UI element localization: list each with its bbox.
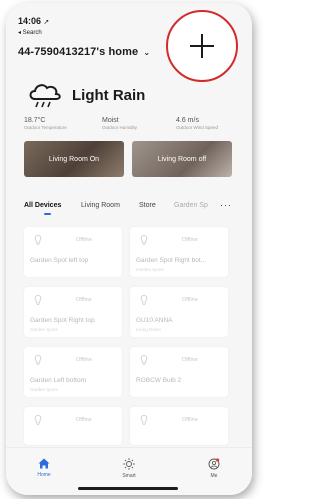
rain-cloud-icon — [29, 84, 61, 108]
device-card[interactable]: Offline Garden Spot left top — [24, 227, 122, 277]
tab-living-room[interactable]: Living Room — [81, 202, 120, 209]
device-name: Garden Spot Right bot... — [136, 257, 207, 264]
device-room: Garden Spots — [136, 267, 164, 272]
bulb-icon — [140, 355, 148, 365]
device-card[interactable]: Offline — [130, 407, 228, 445]
nav-home-label: Home — [37, 472, 51, 478]
location-arrow-icon: ➚ — [43, 19, 50, 26]
humidity-value: Moist — [102, 117, 119, 124]
device-status: Offline — [76, 297, 92, 303]
device-card[interactable]: Offline Garden Spot Right bot... Garden … — [130, 227, 228, 277]
device-name: Garden Spot Right top — [30, 317, 95, 324]
bulb-icon — [140, 295, 148, 305]
sun-icon — [123, 458, 135, 470]
weather-condition: Light Rain — [72, 87, 146, 104]
bulb-icon — [34, 415, 42, 425]
device-card[interactable]: Offline GU10 ANNA Living Room — [130, 287, 228, 337]
home-indicator — [78, 487, 178, 490]
device-status: Offline — [76, 237, 92, 243]
device-name: RGBCW Bulb 2 — [136, 377, 182, 384]
device-card[interactable]: Offline RGBCW Bulb 2 — [130, 347, 228, 397]
device-room: Living Room — [136, 327, 162, 332]
bulb-icon — [34, 295, 42, 305]
add-device-button[interactable] — [166, 10, 238, 82]
more-tabs-button[interactable]: ··· — [220, 200, 232, 210]
home-title-label: 44-7590413217's home — [18, 46, 139, 58]
wind-label: Outdoor Wind Speed — [176, 125, 219, 130]
nav-home[interactable]: Home — [24, 458, 64, 478]
device-status: Offline — [182, 417, 198, 423]
device-status: Offline — [182, 297, 198, 303]
profile-icon — [208, 458, 220, 470]
device-card[interactable]: Offline — [24, 407, 122, 445]
home-icon — [38, 458, 50, 469]
bulb-icon — [140, 415, 148, 425]
humidity-metric: Moist Outdoor Humidity — [102, 117, 137, 130]
bulb-icon — [34, 235, 42, 245]
bulb-icon — [34, 355, 42, 365]
device-card[interactable]: Offline Garden Spot Right top Garden Spo… — [24, 287, 122, 337]
nav-smart[interactable]: Smart — [109, 458, 149, 479]
home-selector[interactable]: 44-7590413217's home ⌄ — [18, 46, 150, 58]
bulb-icon — [140, 235, 148, 245]
device-name: GU10 ANNA — [136, 317, 173, 324]
status-time: 14:06 — [18, 16, 42, 26]
tab-store[interactable]: Store — [139, 202, 156, 209]
chevron-down-icon: ⌄ — [143, 48, 151, 57]
nav-me[interactable]: Me — [194, 458, 234, 479]
device-room: Garden Spots — [30, 387, 58, 392]
active-tab-indicator — [44, 213, 51, 215]
device-room: Garden Spots — [30, 327, 58, 332]
device-status: Offline — [182, 237, 198, 243]
tab-all-devices[interactable]: All Devices — [24, 202, 61, 209]
temperature-metric: 18.7°C Outdoor Temperature — [24, 117, 67, 130]
nav-me-label: Me — [210, 473, 218, 479]
wind-value: 4.6 m/s — [176, 117, 199, 124]
temperature-value: 18.7°C — [24, 117, 46, 124]
scene-living-room-off[interactable]: Living Room off — [132, 141, 232, 177]
nav-smart-label: Smart — [122, 473, 136, 479]
room-tabs: All Devices Living Room Store Garden Sp … — [24, 200, 246, 216]
back-to-search-link[interactable]: ◂ Search — [18, 29, 42, 36]
status-bar: 14:06 ➚ — [18, 16, 49, 26]
tab-garden-spots[interactable]: Garden Sp — [174, 202, 208, 209]
device-status: Offline — [76, 357, 92, 363]
scene-shortcuts: Living Room On Living Room off — [24, 141, 239, 177]
device-name: Garden Left bottom — [30, 377, 87, 384]
device-card[interactable]: Offline Garden Left bottom Garden Spots — [24, 347, 122, 397]
wind-metric: 4.6 m/s Outdoor Wind Speed — [176, 117, 218, 130]
device-status: Offline — [182, 357, 198, 363]
humidity-label: Outdoor Humidity — [102, 125, 138, 130]
temperature-label: Outdoor Temperature — [24, 125, 67, 130]
device-status: Offline — [76, 417, 92, 423]
plus-icon — [190, 34, 214, 58]
device-name: Garden Spot left top — [30, 257, 89, 264]
scene-living-room-on[interactable]: Living Room On — [24, 141, 124, 177]
